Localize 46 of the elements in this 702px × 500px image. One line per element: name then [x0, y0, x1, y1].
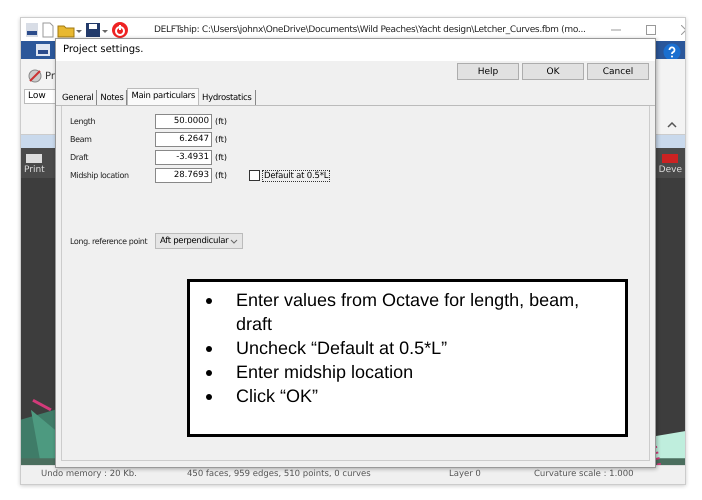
settings-icon[interactable] — [27, 68, 43, 84]
dialog-button[interactable]: Help — [457, 63, 519, 80]
field-label: Length — [70, 117, 96, 126]
toolbar-button[interactable]: Print — [21, 151, 48, 175]
bullet-icon — [206, 346, 212, 352]
bullet-icon — [206, 370, 212, 376]
power-icon[interactable] — [111, 20, 129, 38]
instruction-text: Click “OK” — [236, 385, 318, 408]
input-field[interactable]: 50.0000 — [155, 114, 212, 129]
printer-icon — [25, 151, 44, 165]
field-label: Draft — [70, 153, 90, 162]
dialog-button[interactable]: Cancel — [587, 63, 649, 80]
save-icon[interactable] — [85, 22, 101, 38]
input-field[interactable]: 6.2647 — [155, 132, 212, 147]
bullet-icon — [206, 298, 212, 304]
unit-label: (ft) — [215, 171, 228, 180]
bullet-icon — [206, 394, 212, 400]
chevron-down-icon — [230, 238, 238, 244]
instruction-text: Enter midship location — [236, 361, 414, 384]
status-text: Layer 0 — [449, 469, 481, 479]
checkbox-label[interactable]: Default at 0.5*L — [262, 170, 330, 182]
instruction-text: Uncheck “Default at 0.5*L” — [236, 337, 448, 360]
status-text: Curvature scale : 1.000 — [534, 469, 634, 479]
unit-label: (ft) — [215, 153, 228, 162]
status-text: 450 faces, 959 edges, 510 points, 0 curves — [187, 469, 371, 479]
instruction-text: Enter values from Octave for length, beam, draft — [236, 289, 580, 336]
field-label: Midship location — [70, 171, 130, 180]
ribbon-label: Pr — [45, 70, 55, 82]
tab[interactable]: Main particulars — [127, 88, 200, 105]
app-logo-icon[interactable] — [25, 22, 39, 38]
unit-label: (ft) — [215, 117, 228, 126]
collapse-icon[interactable] — [667, 122, 677, 128]
window-title: DELFTship: C:\Users\johnx\OneDrive\Documents\Wild Peaches\Yacht design\Letcher_Curves.fbm (mo... — [154, 24, 586, 34]
checkbox[interactable] — [249, 170, 260, 181]
input-field[interactable]: -3.4931 — [155, 150, 212, 165]
field-label: Long. reference point — [70, 236, 148, 246]
input-field[interactable]: 28.7693 — [155, 168, 212, 183]
dialog-button[interactable]: OK — [522, 63, 584, 80]
dialog-title: Project settings. — [56, 39, 655, 61]
file-menu-icon[interactable] — [36, 44, 50, 56]
field-label: Beam — [70, 135, 93, 144]
status-text: Undo memory : 20 Kb. — [41, 469, 137, 479]
unit-label: (ft) — [215, 135, 228, 144]
reference-dropdown[interactable]: Aft perpendicular — [155, 233, 243, 249]
toolbar-button[interactable]: Deve — [656, 151, 685, 175]
maximize-icon[interactable] — [646, 24, 656, 34]
